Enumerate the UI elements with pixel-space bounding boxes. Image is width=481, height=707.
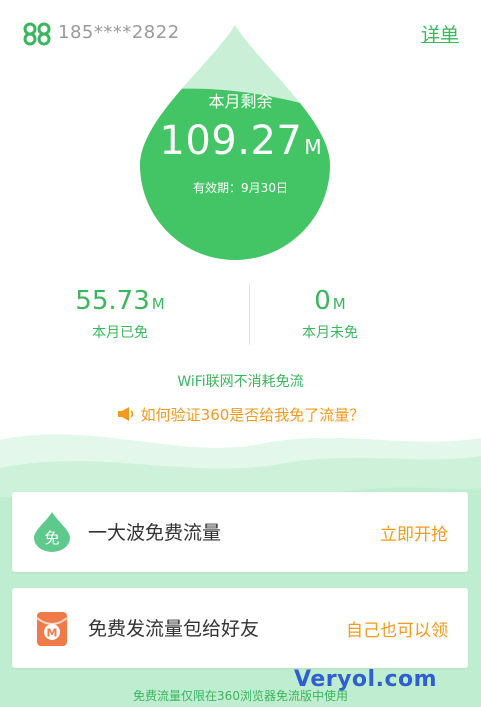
remaining-unit: M bbox=[304, 135, 322, 159]
free-drop-icon-char: 免 bbox=[44, 529, 59, 547]
remaining-value: 109.27 M bbox=[0, 118, 481, 164]
stat-not-freed-unit: M bbox=[332, 295, 346, 313]
watermark: Veryol.com bbox=[294, 667, 438, 692]
stat-freed-label: 本月已免 bbox=[92, 325, 148, 341]
free-drop-icon: 免 bbox=[34, 512, 70, 552]
remaining-title: 本月剩余 bbox=[208, 92, 273, 111]
wifi-note: WiFi联网不消耗免流 bbox=[177, 374, 304, 390]
stat-not-freed: 0M 本月未免 bbox=[250, 286, 410, 342]
stat-freed-number: 55.73 bbox=[75, 286, 150, 316]
claim-yourself-button[interactable]: 自己也可以领 bbox=[346, 616, 448, 641]
free-data-card[interactable]: 免 一大波免费流量 立即开抢 bbox=[12, 492, 468, 572]
grab-now-button[interactable]: 立即开抢 bbox=[380, 520, 448, 545]
remaining-number: 109.27 bbox=[159, 118, 303, 164]
red-packet-icon: M bbox=[36, 612, 68, 646]
stat-freed: 55.73 M 本月已免 bbox=[40, 286, 200, 342]
stat-freed-value: 55.73 M bbox=[40, 286, 200, 316]
detail-link[interactable]: 详单 bbox=[421, 20, 459, 47]
stat-not-freed-label: 本月未免 bbox=[302, 325, 358, 341]
china-unicom-logo-icon bbox=[23, 22, 51, 46]
stat-not-freed-number: 0 bbox=[314, 286, 331, 316]
stat-not-freed-value: 0M bbox=[250, 286, 410, 316]
free-data-card-title: 一大波免费流量 bbox=[88, 522, 222, 544]
expire-date: 有效期：9月30日 bbox=[193, 181, 288, 195]
red-packet-icon-char: M bbox=[47, 627, 58, 640]
send-data-card-title: 免费发流量包给好友 bbox=[88, 618, 260, 640]
stat-freed-unit: M bbox=[151, 295, 165, 313]
send-data-card[interactable]: M 免费发流量包给好友 自己也可以领 bbox=[12, 588, 468, 668]
